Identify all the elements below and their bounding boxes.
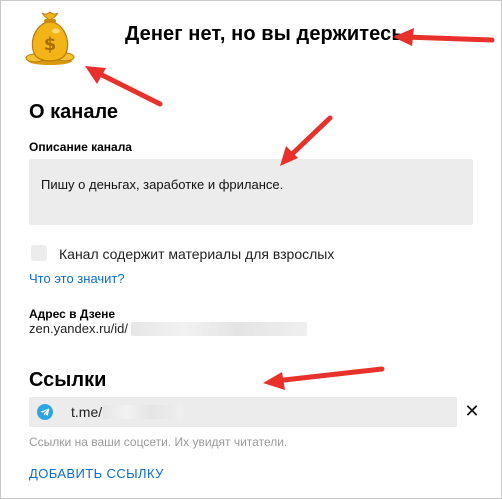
adult-content-checkbox[interactable] xyxy=(31,245,47,261)
link-input-row[interactable]: t.me/ xyxy=(29,397,457,427)
address-id-redacted xyxy=(131,322,307,336)
remove-link-button[interactable]: ✕ xyxy=(463,401,481,421)
address-prefix: zen.yandex.ru/id/ xyxy=(29,321,129,336)
description-label: Описание канала xyxy=(29,140,132,154)
link-handle-redacted xyxy=(103,405,183,419)
what-does-it-mean-link[interactable]: Что это значит? xyxy=(29,271,125,286)
address-label: Адрес в Дзене xyxy=(29,307,116,321)
channel-address: zen.yandex.ru/id/ xyxy=(29,321,128,336)
channel-settings-panel: $ Денег нет, но вы держитесь О канале Оп… xyxy=(0,0,502,499)
telegram-icon xyxy=(37,404,53,420)
channel-avatar[interactable]: $ xyxy=(25,7,75,65)
add-link-button[interactable]: ДОБАВИТЬ ССЫЛКУ xyxy=(29,466,164,481)
description-textarea[interactable]: Пишу о деньгах, заработке и фрилансе. xyxy=(29,159,473,225)
description-value: Пишу о деньгах, заработке и фрилансе. xyxy=(41,177,284,192)
links-hint: Ссылки на ваши соцсети. Их увидят читате… xyxy=(29,435,288,449)
channel-title[interactable]: Денег нет, но вы держитесь xyxy=(125,23,404,46)
svg-text:$: $ xyxy=(44,34,57,55)
link-value[interactable]: t.me/ xyxy=(71,404,102,420)
links-section-title: Ссылки xyxy=(29,369,107,391)
adult-content-label[interactable]: Канал содержит материалы для взрослых xyxy=(59,246,334,262)
about-section-title: О канале xyxy=(29,101,119,123)
money-bag-icon: $ xyxy=(25,11,75,65)
